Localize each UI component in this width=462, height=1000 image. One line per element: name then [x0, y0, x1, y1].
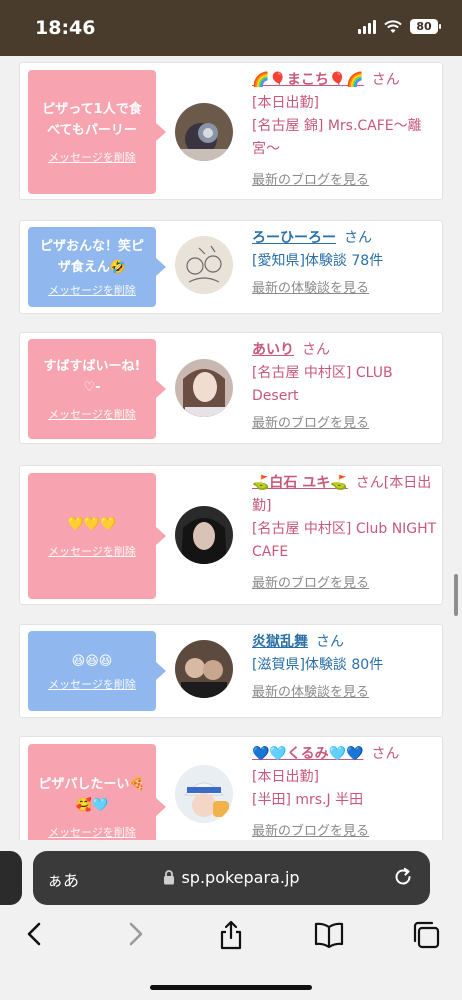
message-card: すばすばいーね!♡- メッセージを削除 あいり さん [名古屋 中村区] CLUB…	[19, 332, 443, 444]
message-bubble: 😆😆😆 メッセージを削除	[28, 631, 166, 711]
reload-icon[interactable]	[392, 866, 414, 888]
delete-message-link[interactable]: メッセージを削除	[48, 543, 136, 559]
battery-icon: 80	[410, 19, 441, 34]
share-icon[interactable]	[218, 919, 244, 951]
name-line: ⛳白石 ユキ⛳ さん[本日出勤]	[252, 472, 440, 518]
lock-icon	[164, 870, 175, 885]
profile-info: ろーひーろー さん [愛知県]体験談 78件 最新の体験談を見る	[252, 227, 440, 300]
profile-info: 🌈🎈まこち🎈🌈 さん [本日出勤] [名古屋 錦] Mrs.CAFE〜離宮〜 最新…	[252, 69, 440, 192]
profile-info: 炎獄乱舞 さん [滋賀県]体験談 80件 最新の体験談を見る	[252, 631, 440, 704]
latest-review-link[interactable]: 最新の体験談を見る	[252, 681, 440, 704]
status-icons: 80	[358, 19, 441, 34]
message-bubble: 💛💛💛 メッセージを削除	[28, 473, 166, 599]
latest-post-link[interactable]: 最新のブログを見る	[252, 169, 440, 192]
profile-name-link[interactable]: 炎獄乱舞	[252, 634, 308, 650]
message-bubble: すばすばいーね!♡- メッセージを削除	[28, 339, 166, 439]
profile-info: あいり さん [名古屋 中村区] CLUB Desert 最新のブログを見る	[252, 339, 440, 435]
delete-message-link[interactable]: メッセージを削除	[48, 149, 136, 165]
home-indicator	[150, 985, 312, 990]
wifi-icon	[384, 19, 402, 33]
profile-detail: [本日出勤]	[252, 769, 319, 785]
message-bubble: ピザって1人で食べてもパーリー メッセージを削除	[28, 70, 166, 194]
profile-name-link[interactable]: ⛳白石 ユキ⛳	[252, 475, 348, 491]
url-display[interactable]: sp.pokepara.jp	[33, 868, 430, 887]
honorific: さん	[371, 72, 400, 88]
scrollbar[interactable]	[454, 574, 458, 616]
latest-post-link[interactable]: 最新のブログを見る	[252, 412, 440, 435]
message-text: 💛💛💛	[67, 516, 117, 532]
message-card: ピザおんな！笑ピザ食えん🤣 メッセージを削除 ろーひーろー さん [愛知県]体験談…	[19, 220, 443, 314]
latest-review-link[interactable]: 最新の体験談を見る	[252, 277, 440, 300]
profile-detail: [滋賀県]体験談 80件	[252, 657, 384, 673]
profile-photo-icon[interactable]	[175, 765, 233, 823]
message-text: 😆😆😆	[71, 653, 113, 669]
profile-detail: [名古屋 錦] Mrs.CAFE〜離宮〜	[252, 118, 422, 157]
honorific: さん	[371, 746, 400, 762]
bookmarks-icon[interactable]	[313, 919, 345, 949]
profile-detail: [愛知県]体験談 78件	[252, 253, 384, 269]
profile-photo-icon[interactable]	[175, 359, 233, 417]
profile-name-link[interactable]: 🌈🎈まこち🎈🌈	[252, 72, 364, 88]
delete-message-link[interactable]: メッセージを削除	[48, 406, 136, 422]
name-line: あいり さん	[252, 339, 440, 362]
address-bar[interactable]: ぁあ sp.pokepara.jp	[33, 851, 430, 905]
profile-detail: [名古屋 中村区] Club NIGHT CAFE	[252, 521, 437, 560]
profile-info: ⛳白石 ユキ⛳ さん[本日出勤] [名古屋 中村区] Club NIGHT CAF…	[252, 472, 440, 595]
delete-message-link[interactable]: メッセージを削除	[48, 676, 136, 692]
profile-name-link[interactable]: ろーひーろー	[252, 230, 336, 246]
profile-name-link[interactable]: 💙🩵くるみ🩵💙	[252, 746, 363, 762]
name-line: 💙🩵くるみ🩵💙 さん	[252, 743, 440, 766]
back-icon[interactable]	[24, 919, 46, 949]
profile-photo-icon[interactable]	[175, 640, 233, 698]
message-list[interactable]: ピザって1人で食べてもパーリー メッセージを削除 🌈🎈まこち🎈🌈 さん [本日出勤…	[0, 56, 462, 840]
message-text: ピザパしたーい🍕🥰🩵	[38, 777, 146, 813]
delete-message-link[interactable]: メッセージを削除	[48, 282, 136, 298]
tabs-icon[interactable]	[410, 919, 442, 951]
latest-post-link[interactable]: 最新のブログを見る	[252, 820, 440, 840]
honorific: さん	[302, 342, 330, 358]
delete-message-link[interactable]: メッセージを削除	[48, 824, 136, 840]
latest-post-link[interactable]: 最新のブログを見る	[252, 572, 440, 595]
profile-photo-icon[interactable]	[175, 103, 233, 161]
profile-info: 💙🩵くるみ🩵💙 さん [本日出勤] [半田] mrs.J 半田 最新のブログを見る	[252, 743, 440, 840]
profile-detail: [本日出勤]	[252, 95, 319, 111]
cellular-signal-icon	[358, 19, 376, 34]
honorific: さん	[344, 230, 372, 246]
message-text: ピザおんな！笑ピザ食えん🤣	[39, 239, 144, 275]
url-text: sp.pokepara.jp	[181, 868, 300, 887]
message-card: ピザって1人で食べてもパーリー メッセージを削除 🌈🎈まこち🎈🌈 さん [本日出勤…	[19, 62, 443, 200]
previous-tab-preview[interactable]	[0, 851, 22, 905]
name-line: 炎獄乱舞 さん	[252, 631, 440, 654]
profile-detail: [名古屋 中村区] CLUB Desert	[252, 365, 393, 404]
status-bar: 18:46 80	[0, 0, 462, 56]
message-card: 😆😆😆 メッセージを削除 炎獄乱舞 さん [滋賀県]体験談 80件 最新の体験談を…	[19, 624, 443, 718]
message-bubble: ピザおんな！笑ピザ食えん🤣 メッセージを削除	[28, 227, 166, 307]
profile-name-link[interactable]: あいり	[252, 342, 294, 358]
profile-photo-icon[interactable]	[175, 506, 233, 564]
name-line: ろーひーろー さん	[252, 227, 440, 250]
honorific: さん	[316, 634, 344, 650]
profile-detail: [半田] mrs.J 半田	[252, 792, 364, 808]
message-bubble: ピザパしたーい🍕🥰🩵 メッセージを削除	[28, 744, 166, 840]
message-text: ピザって1人で食べてもパーリー	[42, 102, 142, 138]
message-card: 💛💛💛 メッセージを削除 ⛳白石 ユキ⛳ さん[本日出勤] [名古屋 中村区] C…	[19, 465, 443, 605]
status-time: 18:46	[35, 17, 96, 39]
name-line: 🌈🎈まこち🎈🌈 さん	[252, 69, 440, 92]
drawing-avatar-icon[interactable]	[175, 236, 233, 294]
message-text: すばすばいーね!♡-	[43, 359, 141, 395]
message-card: ピザパしたーい🍕🥰🩵 メッセージを削除 💙🩵くるみ🩵💙 さん [本日出勤] [半田…	[19, 736, 443, 840]
forward-icon[interactable]	[124, 919, 146, 949]
